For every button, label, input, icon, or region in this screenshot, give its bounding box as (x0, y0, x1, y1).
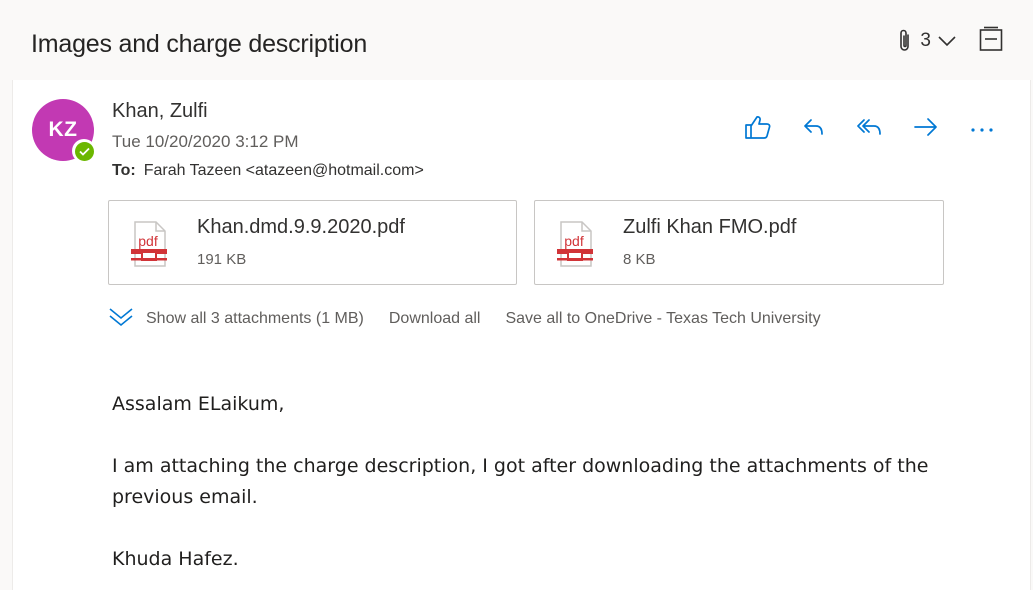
pdf-file-icon: pdf (129, 220, 169, 273)
show-all-attachments-button[interactable]: Show all 3 attachments (1 MB) (108, 306, 364, 333)
body-paragraph: I am attaching the charge description, I… (112, 455, 929, 508)
more-actions-button[interactable] (967, 114, 997, 144)
save-to-onedrive-link[interactable]: Save all to OneDrive - Texas Tech Univer… (505, 310, 820, 328)
reply-button[interactable] (799, 114, 829, 144)
attachment-size: 8 KB (623, 251, 656, 268)
attachment-name: Zulfi Khan FMO.pdf (623, 216, 797, 238)
like-icon (744, 114, 772, 145)
attachments-count: 3 (920, 30, 931, 51)
to-label: To: (112, 162, 136, 179)
paperclip-icon (896, 28, 914, 54)
thread-header: Images and charge description 3 (0, 0, 1033, 80)
attachment-actions: Show all 3 attachments (1 MB) Download a… (108, 304, 821, 334)
download-all-link[interactable]: Download all (389, 310, 481, 328)
presence-available-icon (72, 139, 96, 163)
immersive-reader-icon (979, 26, 1003, 57)
message-actions (743, 114, 997, 144)
svg-text:pdf: pdf (138, 233, 158, 249)
message-body: Assalam ELaikum, I am attaching the char… (112, 389, 992, 575)
closing: Khuda Hafez. (112, 548, 239, 570)
forward-icon (913, 115, 939, 144)
forward-button[interactable] (911, 114, 941, 144)
greeting: Assalam ELaikum, (112, 393, 285, 415)
header-tools: 3 (896, 26, 1003, 56)
reply-all-icon (856, 115, 884, 144)
chevron-down-icon (937, 35, 957, 47)
recipient[interactable]: Farah Tazeen <atazeen@hotmail.com> (144, 162, 424, 179)
svg-text:pdf: pdf (564, 233, 584, 249)
pdf-file-icon: pdf (555, 220, 595, 273)
attachment-card[interactable]: pdf Zulfi Khan FMO.pdf 8 KB (534, 200, 944, 285)
thread-title: Images and charge description (31, 30, 368, 58)
more-actions-icon (970, 120, 994, 138)
show-all-label: Show all 3 attachments (1 MB) (146, 310, 364, 327)
attachment-size: 191 KB (197, 251, 247, 268)
chevron-down-icon (108, 306, 146, 333)
attachments-count-button[interactable]: 3 (896, 28, 957, 54)
immersive-reader-button[interactable] (979, 26, 1003, 57)
attachment-name: Khan.dmd.9.9.2020.pdf (197, 216, 405, 238)
sender-name[interactable]: Khan, Zulfi (112, 100, 208, 123)
reply-icon (802, 115, 826, 144)
sent-time: Tue 10/20/2020 3:12 PM (112, 132, 299, 151)
attachment-card[interactable]: pdf Khan.dmd.9.9.2020.pdf 191 KB (108, 200, 517, 285)
reply-all-button[interactable] (855, 114, 885, 144)
message-card: KZ Khan, Zulfi Tue 10/20/2020 3:12 PM To… (12, 80, 1031, 590)
recipients-line: To: Farah Tazeen <atazeen@hotmail.com> (112, 162, 424, 180)
like-button[interactable] (743, 114, 773, 144)
